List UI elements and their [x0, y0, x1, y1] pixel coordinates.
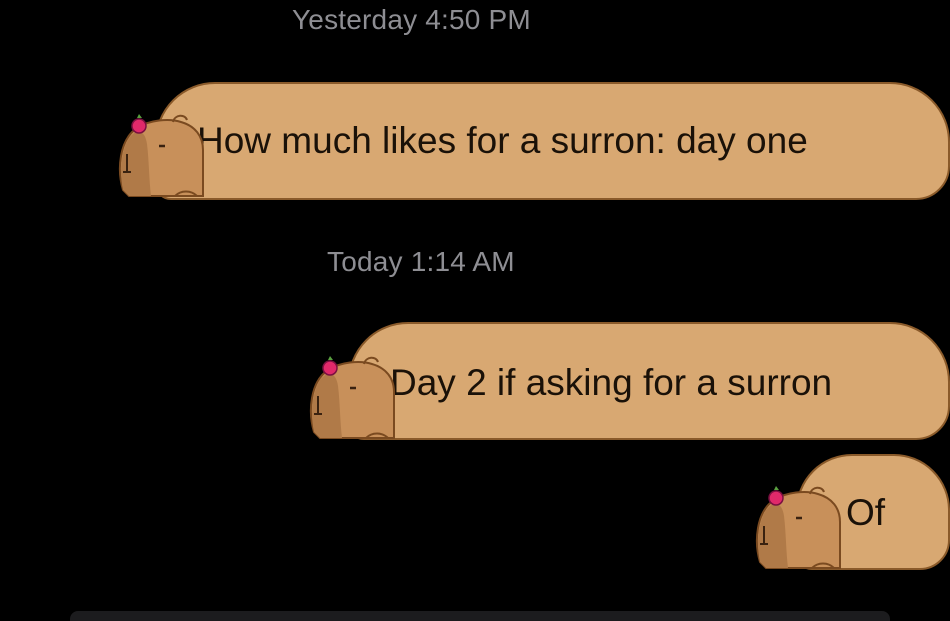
- message-bubble[interactable]: Of: [752, 452, 950, 572]
- capybara-sticker-icon: [755, 486, 841, 569]
- bubble-background: Day 2 if asking for a surron: [348, 322, 950, 440]
- message-text: How much likes for a surron: day one: [197, 120, 808, 161]
- timestamp-today: Today 1:14 AM: [327, 246, 515, 277]
- capybara-sticker-icon: [118, 114, 204, 197]
- timestamp-yesterday: Yesterday 4:50 PM: [292, 4, 531, 35]
- message-text: Of: [846, 492, 886, 533]
- message-bubble[interactable]: How much likes for a surron: day one: [115, 82, 950, 202]
- message-composer-edge[interactable]: [70, 611, 890, 621]
- message-bubble[interactable]: Day 2 if asking for a surron: [306, 322, 950, 444]
- capybara-sticker-icon: [309, 356, 395, 439]
- message-text: Day 2 if asking for a surron: [390, 362, 833, 403]
- bubble-background: How much likes for a surron: day one: [155, 82, 950, 200]
